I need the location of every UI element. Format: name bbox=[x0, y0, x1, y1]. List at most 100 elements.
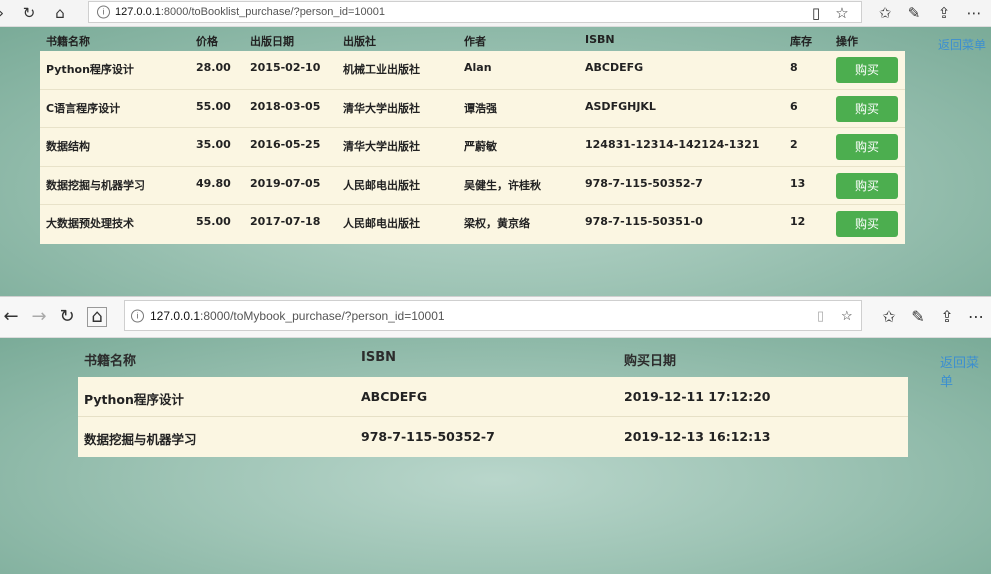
cell-price: 55.00 bbox=[196, 99, 231, 113]
header-price: 价格 bbox=[196, 35, 218, 48]
cell-date: 2018-03-05 bbox=[250, 99, 321, 113]
cell-date: 2019-12-11 17:12:20 bbox=[624, 389, 771, 404]
info-icon[interactable]: i bbox=[131, 309, 144, 322]
cell-date: 2019-07-05 bbox=[250, 176, 321, 190]
header-publisher: 出版社 bbox=[343, 35, 376, 48]
buy-button[interactable]: 购买 bbox=[836, 211, 898, 238]
buy-button[interactable]: 购买 bbox=[836, 57, 898, 83]
address-bar[interactable]: i 127.0.0.1:8000/toBooklist_purchase/?pe… bbox=[88, 1, 862, 23]
cell-name: 大数据预处理技术 bbox=[46, 217, 134, 231]
pen-icon[interactable]: ✎ bbox=[908, 307, 928, 327]
header-action: 操作 bbox=[836, 35, 858, 48]
favorite-star-icon[interactable]: ☆ bbox=[841, 308, 853, 324]
back-to-menu-link[interactable]: 返回菜单 bbox=[940, 352, 991, 390]
table-body: Python程序设计 ABCDEFG 2019-12-11 17:12:20 数… bbox=[78, 377, 908, 457]
cell-name: Python程序设计 bbox=[46, 63, 134, 76]
table-row: Python程序设计 28.00 2015-02-10 机械工业出版社 Alan… bbox=[40, 51, 905, 90]
table-row: 大数据预处理技术 55.00 2017-07-18 人民邮电出版社 梁权，黄京络… bbox=[40, 205, 905, 244]
header-date: 出版日期 bbox=[250, 35, 294, 48]
table-row: Python程序设计 ABCDEFG 2019-12-11 17:12:20 bbox=[78, 377, 908, 417]
cell-publisher: 清华大学出版社 bbox=[343, 140, 420, 154]
reading-view-icon[interactable]: ▯ bbox=[817, 308, 824, 324]
booklist-table: 书籍名称 价格 出版日期 出版社 作者 ISBN 库存 操作 Python程序设… bbox=[40, 27, 905, 244]
buy-button[interactable]: 购买 bbox=[836, 172, 898, 199]
cell-publisher: 清华大学出版社 bbox=[343, 101, 420, 115]
back-to-menu-link[interactable]: 返回菜单 bbox=[938, 36, 986, 53]
table-row: 数据挖掘与机器学习 49.80 2019-07-05 人民邮电出版社 吴健生，许… bbox=[40, 167, 905, 206]
cell-stock: 12 bbox=[790, 215, 806, 229]
cell-name: 数据结构 bbox=[46, 140, 90, 154]
header-isbn: ISBN bbox=[585, 33, 615, 46]
cell-isbn: 978-7-115-50352-7 bbox=[361, 429, 495, 444]
more-icon[interactable]: ⋯ bbox=[965, 4, 983, 22]
reading-view-icon[interactable]: ▯ bbox=[807, 4, 825, 22]
cell-stock: 6 bbox=[790, 99, 798, 113]
cell-price: 35.00 bbox=[196, 138, 231, 152]
header-isbn: ISBN bbox=[361, 350, 396, 365]
home-icon[interactable]: ⌂ bbox=[87, 307, 107, 327]
table-row: 数据结构 35.00 2016-05-25 清华大学出版社 严蔚敏 124831… bbox=[40, 128, 905, 167]
cell-publisher: 人民邮电出版社 bbox=[343, 217, 420, 231]
refresh-icon[interactable]: ↻ bbox=[58, 307, 76, 327]
cell-name: C语言程序设计 bbox=[46, 101, 121, 115]
table-header: 书籍名称 价格 出版日期 出版社 作者 ISBN 库存 操作 bbox=[40, 27, 905, 51]
table-header: 书籍名称 ISBN 购买日期 bbox=[78, 338, 908, 377]
cell-stock: 13 bbox=[790, 176, 806, 190]
url-text: 127.0.0.1:8000/toMybook_purchase/?person… bbox=[150, 308, 445, 323]
refresh-icon[interactable]: ↻ bbox=[20, 4, 38, 22]
cell-price: 55.00 bbox=[196, 215, 231, 229]
cell-author: 吴健生，许桂秋 bbox=[464, 178, 541, 192]
cell-date: 2015-02-10 bbox=[250, 61, 321, 74]
table-body: Python程序设计 28.00 2015-02-10 机械工业出版社 Alan… bbox=[40, 51, 905, 244]
browser-toolbar: › ↻ ⌂ i 127.0.0.1:8000/toBooklist_purcha… bbox=[0, 0, 991, 27]
header-name: 书籍名称 bbox=[46, 35, 90, 48]
cell-isbn: 978-7-115-50351-0 bbox=[585, 215, 703, 229]
cell-publisher: 机械工业出版社 bbox=[343, 63, 420, 76]
more-icon[interactable]: ⋯ bbox=[966, 307, 986, 327]
favorites-list-icon[interactable]: ✩ bbox=[876, 4, 894, 22]
page-background: 返回菜单 书籍名称 价格 出版日期 出版社 作者 ISBN 库存 操作 Pyth… bbox=[0, 27, 991, 296]
cell-isbn: ASDFGHJKL bbox=[585, 99, 656, 113]
url-text: 127.0.0.1:8000/toBooklist_purchase/?pers… bbox=[115, 6, 386, 18]
back-arrow-icon[interactable]: › bbox=[0, 5, 8, 21]
cell-author: 谭浩强 bbox=[464, 101, 497, 115]
buy-button[interactable]: 购买 bbox=[836, 95, 898, 122]
cell-price: 28.00 bbox=[196, 61, 231, 74]
cell-author: 严蔚敏 bbox=[464, 140, 497, 154]
header-date: 购买日期 bbox=[624, 354, 677, 369]
cell-date: 2016-05-25 bbox=[250, 138, 321, 152]
table-row: C语言程序设计 55.00 2018-03-05 清华大学出版社 谭浩强 ASD… bbox=[40, 90, 905, 129]
forward-arrow-icon[interactable]: → bbox=[30, 307, 48, 327]
favorites-list-icon[interactable]: ✩ bbox=[879, 307, 899, 327]
buy-button[interactable]: 购买 bbox=[836, 134, 898, 161]
cell-date: 2019-12-13 16:12:13 bbox=[624, 429, 771, 444]
favorite-star-icon[interactable]: ☆ bbox=[833, 4, 851, 22]
header-author: 作者 bbox=[464, 35, 486, 48]
cell-isbn: ABCDEFG bbox=[361, 389, 428, 404]
pen-icon[interactable]: ✎ bbox=[905, 4, 923, 22]
header-stock: 库存 bbox=[790, 35, 812, 48]
share-icon[interactable]: ⇪ bbox=[937, 307, 957, 327]
cell-stock: 8 bbox=[790, 61, 798, 74]
purchases-table: 书籍名称 ISBN 购买日期 Python程序设计 ABCDEFG 2019-1… bbox=[78, 338, 908, 457]
cell-name: 数据挖掘与机器学习 bbox=[84, 432, 197, 447]
cell-name: 数据挖掘与机器学习 bbox=[46, 178, 145, 192]
cell-price: 49.80 bbox=[196, 176, 231, 190]
cell-author: Alan bbox=[464, 61, 492, 74]
home-icon[interactable]: ⌂ bbox=[51, 4, 69, 22]
cell-author: 梁权，黄京络 bbox=[464, 217, 530, 231]
cell-name: Python程序设计 bbox=[84, 392, 184, 407]
info-icon[interactable]: i bbox=[97, 5, 110, 19]
cell-isbn: 124831-12314-142124-1321 bbox=[585, 138, 760, 152]
cell-isbn: ABCDEFG bbox=[585, 61, 644, 74]
cell-publisher: 人民邮电出版社 bbox=[343, 178, 420, 192]
table-row: 数据挖掘与机器学习 978-7-115-50352-7 2019-12-13 1… bbox=[78, 417, 908, 457]
booklist-window: › ↻ ⌂ i 127.0.0.1:8000/toBooklist_purcha… bbox=[0, 0, 991, 296]
back-arrow-icon[interactable]: ← bbox=[2, 307, 20, 327]
cell-date: 2017-07-18 bbox=[250, 215, 321, 229]
my-purchases-window: ← → ↻ ⌂ i 127.0.0.1:8000/toMybook_purcha… bbox=[0, 296, 991, 574]
cell-isbn: 978-7-115-50352-7 bbox=[585, 176, 703, 190]
cell-stock: 2 bbox=[790, 138, 798, 152]
address-bar[interactable]: i 127.0.0.1:8000/toMybook_purchase/?pers… bbox=[124, 300, 862, 331]
share-icon[interactable]: ⇪ bbox=[935, 4, 953, 22]
